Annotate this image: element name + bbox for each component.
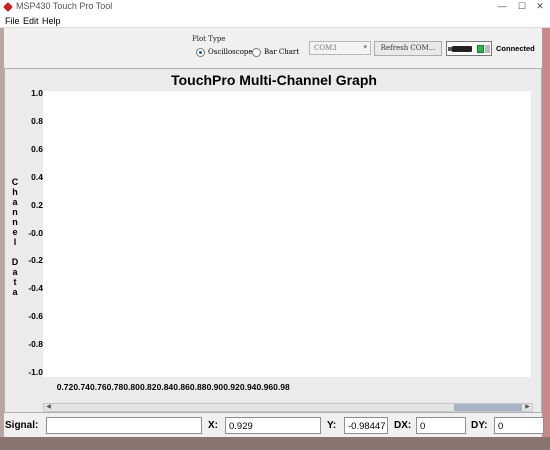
plot-area[interactable] (43, 91, 531, 377)
y-label: Y: (327, 420, 337, 431)
bar-chart-label[interactable]: Bar Chart (264, 48, 299, 56)
app-icon (3, 2, 13, 12)
y-tick-label: 1.0 (31, 88, 43, 98)
y-axis-label-letter: n (12, 207, 18, 217)
y-field[interactable]: -0.98447 (344, 417, 388, 434)
scroll-right-icon[interactable]: ▶ (523, 404, 532, 411)
close-button[interactable]: ✕ (530, 0, 550, 13)
y-tick-label: 0.2 (31, 199, 43, 210)
y-axis-label-letter: a (12, 287, 18, 297)
maximize-button[interactable]: ☐ (512, 0, 532, 13)
dx-field[interactable]: 0 (416, 417, 466, 434)
menu-edit[interactable]: Edit (23, 16, 39, 26)
menu-bar: File Edit Help (0, 14, 550, 28)
y-tick-label: -1.0 (28, 367, 43, 377)
y-axis-label: ChannelData (9, 177, 21, 297)
usb-plug-icon (448, 46, 472, 52)
graph-panel: TouchPro Multi-Channel Graph ChannelData… (4, 68, 542, 413)
y-tick-label: 0.6 (31, 143, 43, 154)
menu-file[interactable]: File (5, 16, 20, 26)
dy-field[interactable]: 0 (494, 417, 544, 434)
x-field[interactable]: 0.929 (225, 417, 321, 434)
y-axis-label-letter: h (12, 187, 18, 197)
y-tick-label: -0.8 (28, 339, 43, 350)
dy-label: DY: (471, 420, 488, 431)
y-axis-label-letter: l (13, 237, 17, 247)
oscilloscope-label[interactable]: Oscilloscope (208, 48, 253, 56)
y-tick-label: -0.4 (28, 283, 43, 294)
com-port-select[interactable]: COM3 ▾ (309, 41, 371, 55)
scrollbar-thumb[interactable] (454, 404, 522, 411)
y-tick-label: 0.8 (31, 115, 43, 126)
refresh-com-button[interactable]: Refresh COM... (374, 41, 442, 56)
window-title: MSP430 Touch Pro Tool (16, 1, 113, 11)
y-axis-label-letter: C (11, 177, 19, 187)
y-axis-label-gap (9, 247, 21, 257)
minimize-button[interactable]: — (492, 0, 512, 13)
y-axis-label-letter: e (12, 227, 18, 237)
controls-strip: Plot Type Oscilloscope Bar Chart COM3 ▾ … (4, 29, 542, 66)
com-port-value: COM3 (314, 44, 337, 52)
bar-chart-radio[interactable] (252, 48, 261, 57)
status-led-icon (477, 45, 484, 53)
desktop-background (0, 437, 550, 450)
y-axis-label-letter: n (12, 217, 18, 227)
scroll-left-icon[interactable]: ◀ (44, 404, 53, 411)
status-led-off-icon (485, 45, 490, 53)
status-row: Signal: X: 0.929 Y: -0.98447 DX: 0 DY: 0 (0, 414, 550, 436)
horizontal-scrollbar[interactable]: ◀ ▶ (43, 403, 533, 412)
y-tick-label: -0.6 (28, 311, 43, 322)
chevron-down-icon: ▾ (363, 43, 367, 51)
graph-title: TouchPro Multi-Channel Graph (171, 72, 377, 88)
signal-field[interactable] (46, 417, 202, 434)
y-axis-label-letter: a (12, 267, 18, 277)
x-tick-label: 0.98 (273, 382, 290, 392)
signal-label: Signal: (5, 420, 39, 431)
plot-type-label: Plot Type (192, 35, 226, 43)
y-axis-label-letter: a (12, 197, 18, 207)
y-tick-label: -0.0 (28, 227, 43, 238)
y-tick-label: 0.4 (31, 171, 43, 182)
y-axis-label-letter: D (11, 257, 19, 267)
y-tick-label: -0.2 (28, 255, 43, 266)
dx-label: DX: (394, 420, 412, 431)
x-label: X: (208, 420, 218, 431)
usb-connection-indicator (446, 41, 492, 56)
menu-help[interactable]: Help (42, 16, 61, 26)
oscilloscope-radio[interactable] (196, 48, 205, 57)
y-axis-label-letter: t (13, 277, 17, 287)
connection-status: Connected (496, 44, 535, 53)
title-bar: MSP430 Touch Pro Tool — ☐ ✕ (0, 0, 550, 14)
